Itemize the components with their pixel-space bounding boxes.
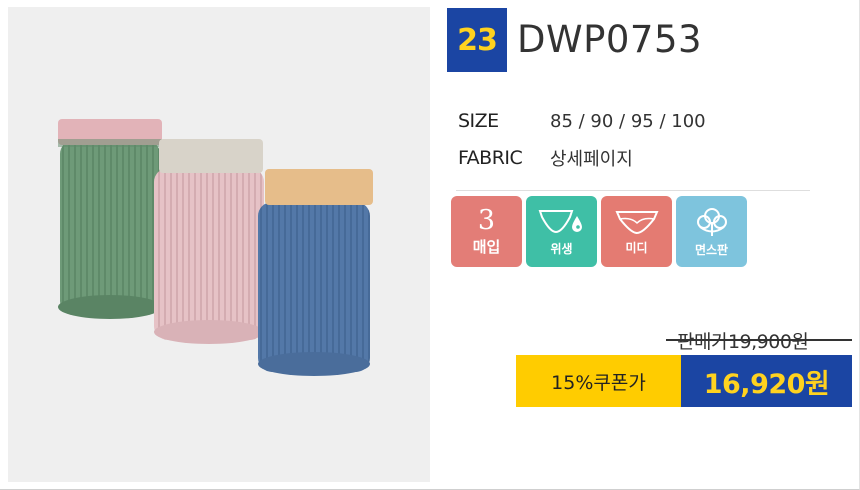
coupon-price-value: 16,920원 (681, 355, 852, 407)
feature-hygiene-label: 위생 (550, 242, 573, 256)
product-illustration (58, 119, 373, 376)
feature-midi: 미디 (601, 196, 672, 267)
divider (456, 190, 810, 191)
pack-count-label: 매입 (472, 237, 501, 256)
feature-midi-label: 미디 (625, 241, 648, 255)
feature-cotton-span: 면스판 (676, 196, 747, 267)
feature-cotton-span-label: 면스판 (694, 243, 729, 257)
spec-size-value: 85 / 90 / 95 / 100 (550, 110, 706, 132)
coupon-price-label: 15%쿠폰가 (516, 355, 681, 407)
cotton-flower-icon (696, 208, 727, 236)
blue-panty (258, 169, 373, 376)
pink-panty (154, 139, 264, 344)
spec-size-label: SIZE (458, 110, 499, 132)
feature-hygiene: 위생 (526, 196, 597, 267)
spec-fabric-value: 상세페이지 (550, 149, 633, 170)
spec-fabric-row: FABRIC 상세페이지 (458, 145, 633, 171)
hygiene-panty-drop-icon (538, 210, 582, 234)
product-number-badge: 23 (447, 8, 507, 72)
feature-pack-count: 3 매입 (451, 196, 522, 267)
list-price-strikethrough (666, 339, 852, 341)
spec-size-row: SIZE 85 / 90 / 95 / 100 (458, 110, 706, 132)
midi-panty-icon (614, 211, 659, 235)
spec-fabric-label: FABRIC (458, 147, 523, 169)
green-panty (58, 119, 162, 319)
product-card: 23 DWP0753 SIZE 85 / 90 / 95 / 100 FABRI… (0, 0, 860, 490)
product-image (8, 7, 430, 482)
pack-count-number: 3 (477, 204, 496, 236)
product-model-title: DWP0753 (517, 18, 703, 61)
